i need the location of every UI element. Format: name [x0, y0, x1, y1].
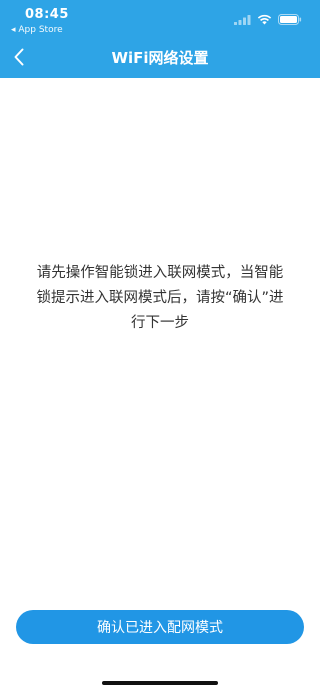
confirm-network-mode-button[interactable]: 确认已进入配网模式 — [16, 610, 304, 644]
status-time: 08:45 — [25, 7, 69, 22]
home-indicator — [102, 681, 218, 685]
instruction-text: 请先操作智能锁进入联网模式，当智能锁提示进入联网模式后，请按“确认”进行下一步 — [36, 265, 284, 331]
battery-icon — [278, 10, 302, 29]
page-title: WiFi网络设置 — [111, 49, 209, 67]
status-icons — [234, 10, 302, 29]
app-header: 08:45 ◂ App Store WiFi网络设置 — [0, 0, 320, 78]
nav-bar: WiFi网络设置 — [0, 40, 320, 74]
signal-icon — [234, 10, 251, 29]
back-to-app-store-link[interactable]: ◂ App Store — [11, 25, 63, 35]
wifi-icon — [257, 10, 272, 29]
